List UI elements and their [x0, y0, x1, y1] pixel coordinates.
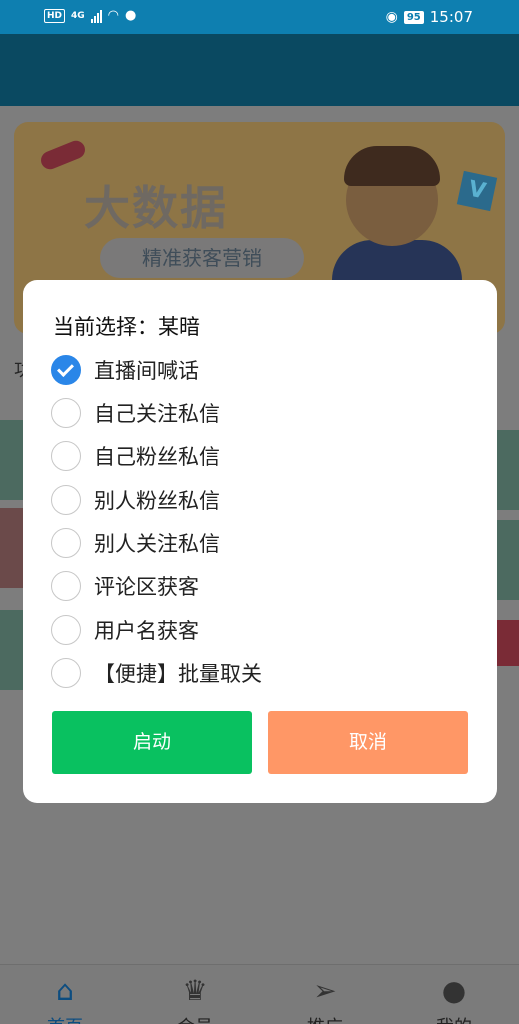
option-others-fans-dm[interactable]: 别人粉丝私信 [51, 483, 471, 517]
option-label: 别人粉丝私信 [94, 489, 220, 513]
feature-card-right-1[interactable] [495, 430, 519, 510]
radio-button[interactable] [51, 485, 81, 515]
signal-icon [90, 9, 102, 23]
radio-button[interactable] [51, 398, 81, 428]
cancel-button[interactable]: 取消 [268, 711, 468, 774]
tab-promote[interactable]: ➢ 推广 [260, 965, 390, 1024]
wifi-icon: ◠ [107, 8, 120, 23]
tab-promote-label: 推广 [260, 1013, 390, 1024]
option-label: 自己粉丝私信 [94, 445, 220, 469]
paper-plane-icon: ➢ [313, 974, 337, 1007]
clock: 15:07 [429, 8, 473, 26]
tab-membership-label: 会员 [130, 1013, 260, 1024]
tab-membership[interactable]: ♛ 会员 [130, 965, 260, 1024]
eye-icon: ◉ [385, 9, 398, 25]
v-badge-icon: V [456, 170, 498, 212]
option-own-fans-dm[interactable]: 自己粉丝私信 [51, 439, 471, 473]
radio-button[interactable] [51, 528, 81, 558]
app-header [0, 34, 519, 106]
status-bar-right: ◉ 95 15:07 [386, 8, 473, 26]
home-icon: ⌂ [56, 974, 74, 1007]
feature-card-left-2[interactable] [0, 508, 24, 588]
feature-card-right-3[interactable] [495, 620, 519, 666]
option-label: 评论区获客 [94, 575, 199, 599]
option-label: 直播间喊话 [94, 359, 199, 383]
tab-mine-label: 我的 [389, 1013, 519, 1024]
tab-home[interactable]: ⌂ 首页 [0, 965, 130, 1024]
qq-penguin-icon: ● [125, 8, 137, 23]
option-label: 自己关注私信 [94, 402, 220, 426]
feature-card-left-3[interactable] [0, 610, 24, 690]
network-type: 4G [71, 10, 85, 21]
checkmark-icon [57, 360, 74, 377]
option-others-following-dm[interactable]: 别人关注私信 [51, 526, 471, 560]
dialog-title: 当前选择：某暗 [53, 315, 200, 339]
tab-home-label: 首页 [0, 1013, 130, 1024]
radio-button[interactable] [51, 571, 81, 601]
bottom-tab-bar: ⌂ 首页 ♛ 会员 ➢ 推广 ● 我的 [0, 964, 519, 1024]
status-bar: HD 4G ◠ ● ◉ 95 15:07 [0, 0, 519, 34]
banner-title: 大数据 [84, 181, 228, 235]
status-bar-left: HD 4G ◠ ● [44, 8, 136, 23]
start-button[interactable]: 启动 [52, 711, 252, 774]
battery-indicator: 95 [403, 10, 424, 24]
feature-card-left-1[interactable] [0, 420, 24, 500]
banner-subtitle: 精准获客营销 [100, 238, 304, 278]
radio-button[interactable] [51, 658, 81, 688]
feature-card-right-2[interactable] [495, 520, 519, 600]
crown-icon: ♛ [182, 974, 208, 1007]
radio-button[interactable] [51, 615, 81, 645]
pill-decoration [38, 138, 88, 172]
hd-badge: HD [44, 8, 66, 23]
radio-button[interactable] [51, 441, 81, 471]
option-batch-unfollow[interactable]: 【便捷】批量取关 [51, 656, 471, 690]
option-label: 【便捷】批量取关 [94, 662, 262, 686]
tab-mine[interactable]: ● 我的 [389, 965, 519, 1024]
banner-character-hair [344, 146, 440, 186]
option-label: 别人关注私信 [94, 532, 220, 556]
option-comment-leads[interactable]: 评论区获客 [51, 569, 471, 603]
option-username-leads[interactable]: 用户名获客 [51, 613, 471, 647]
option-live-room-shout[interactable]: 直播间喊话 [51, 353, 471, 387]
option-own-following-dm[interactable]: 自己关注私信 [51, 396, 471, 430]
radio-button[interactable] [51, 355, 81, 385]
user-icon: ● [441, 974, 467, 1007]
option-label: 用户名获客 [94, 619, 199, 643]
mode-select-dialog: 当前选择：某暗 直播间喊话 自己关注私信 自己粉丝私信 别人粉丝私信 别人关注私… [23, 280, 497, 803]
